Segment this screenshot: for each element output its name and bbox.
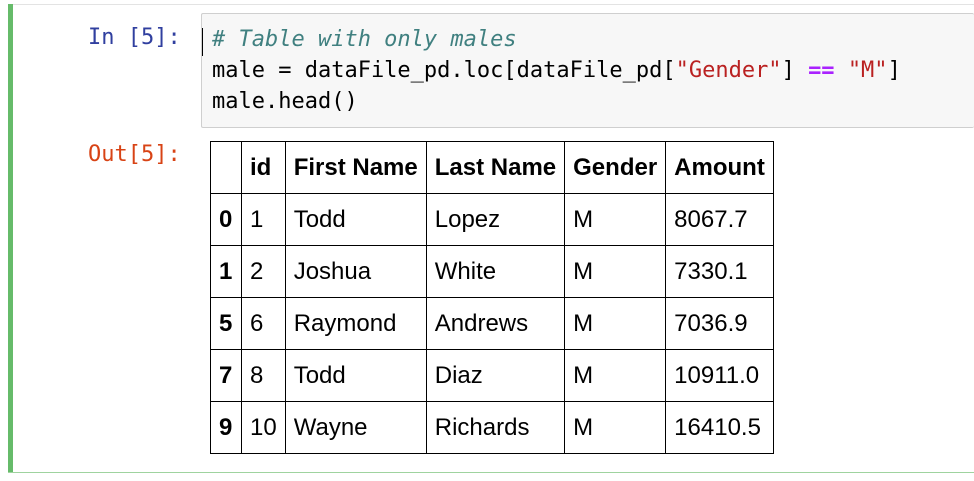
output-dataframe-table: id First Name Last Name Gender Amount 0 1 Todd… (210, 141, 774, 454)
table-cell: Andrews (425, 297, 566, 350)
table-cell: White (425, 245, 566, 298)
code-token: # Table with only males (212, 27, 517, 52)
input-prompt: In [5]: (88, 25, 181, 50)
table-cell: Raymond (284, 297, 427, 350)
table-cell: 7036.9 (665, 297, 774, 350)
table-column-header: Amount (665, 141, 774, 194)
table-cell: M (564, 297, 667, 350)
table-cell: M (564, 245, 667, 298)
output-prompt: Out[5]: (88, 142, 181, 167)
table-cell: 10 (241, 401, 286, 454)
table-cell: 10911.0 (665, 349, 774, 402)
code-line: male.head() (212, 86, 901, 117)
code-token: ] (887, 58, 901, 83)
table-cell: 1 (241, 193, 286, 246)
code-token: ] (781, 58, 809, 83)
table-cell: 7330.1 (665, 245, 774, 298)
table-row-index: 7 (210, 349, 242, 402)
cell-top-border (8, 4, 974, 5)
table-column-header: Gender (564, 141, 667, 194)
code-token: male.head() (212, 89, 358, 114)
table-row: 5 6 Raymond Andrews M 7036.9 (210, 297, 774, 350)
notebook-cell[interactable]: In [5]: # Table with only males male = da… (0, 0, 974, 473)
table-cell: Diaz (425, 349, 566, 402)
table-cell: M (564, 349, 667, 402)
table-cell: Richards (425, 401, 566, 454)
table-cell: M (564, 193, 667, 246)
table-cell: M (564, 401, 667, 454)
table-column-header: Last Name (425, 141, 566, 194)
table-row-index: 0 (210, 193, 242, 246)
table-cell: 6 (241, 297, 286, 350)
cell-bottom-border (8, 472, 974, 473)
code-line: male = dataFile_pd.loc[dataFile_pd["Gend… (212, 55, 901, 86)
code-token: "Gender" (675, 58, 782, 83)
table-body: 0 1 Todd Lopez M 8067.7 1 2 Joshua White M 7330.1 5 6… (210, 193, 774, 454)
table-cell: 16410.5 (665, 401, 774, 454)
table-cell: 8067.7 (665, 193, 774, 246)
table-column-header: First Name (284, 141, 427, 194)
text-cursor (202, 28, 203, 56)
table-cell: 2 (241, 245, 286, 298)
table-row: 0 1 Todd Lopez M 8067.7 (210, 193, 774, 246)
table-row-index: 9 (210, 401, 242, 454)
code-token: male = dataFile_pd.loc[dataFile_pd[ (212, 58, 676, 83)
table-cell: Todd (284, 349, 427, 402)
table-cell: Wayne (284, 401, 427, 454)
code-input-area[interactable]: # Table with only males male = dataFile_p… (201, 13, 974, 128)
table-row: 9 10 Wayne Richards M 16410.5 (210, 401, 774, 454)
cell-selected-indicator (8, 4, 13, 473)
table-row-index: 1 (210, 245, 242, 298)
code-token: == (808, 58, 835, 83)
table-cell: Joshua (284, 245, 427, 298)
table-header-row: id First Name Last Name Gender Amount (210, 141, 774, 194)
table-cell: Todd (284, 193, 427, 246)
table-row: 7 8 Todd Diaz M 10911.0 (210, 349, 774, 402)
table-row: 1 2 Joshua White M 7330.1 (210, 245, 774, 298)
table-cell: Lopez (425, 193, 566, 246)
code-editor[interactable]: # Table with only males male = dataFile_p… (212, 24, 901, 117)
code-line: # Table with only males (212, 24, 901, 55)
code-token: "M" (847, 58, 888, 83)
table-cell: 8 (241, 349, 286, 402)
table-row-index: 5 (210, 297, 242, 350)
table-column-header: id (241, 141, 286, 194)
table-index-header (210, 141, 242, 194)
